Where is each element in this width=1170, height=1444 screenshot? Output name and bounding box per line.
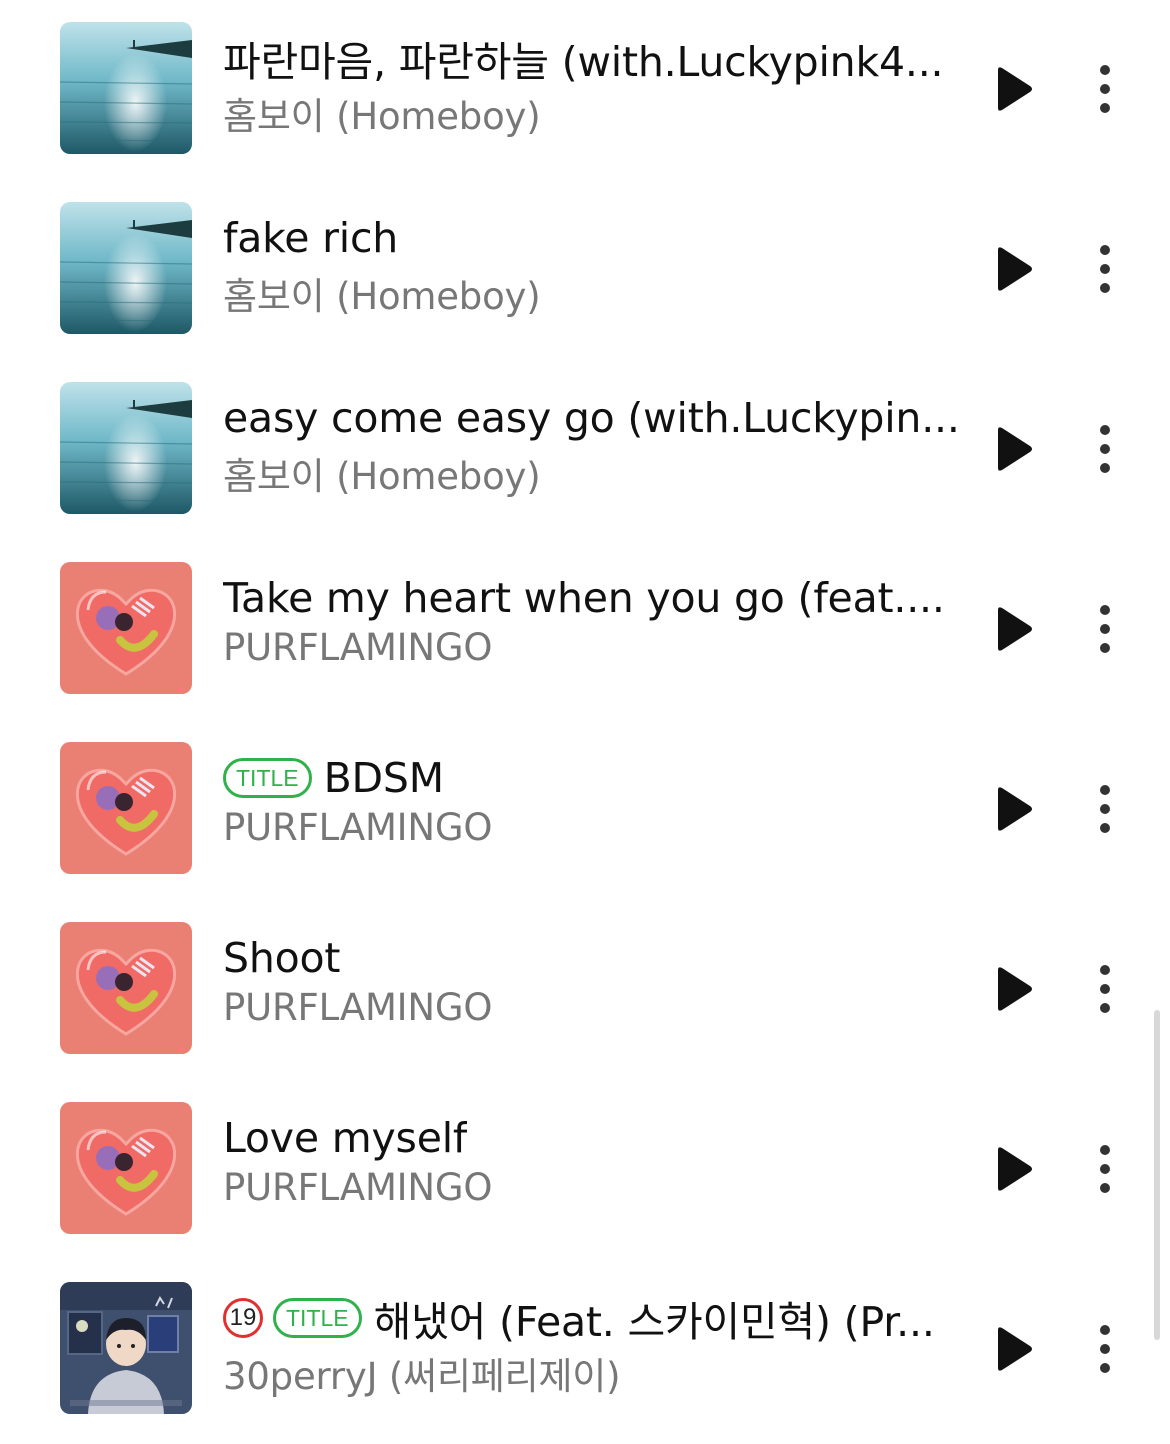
album-art-sea[interactable] [60,22,192,154]
track-title-line: Take my heart when you go (feat.... [223,566,963,630]
play-icon[interactable] [994,66,1034,112]
sea-art-image [60,22,192,154]
track-artist[interactable]: 홈보이 (Homeboy) [223,266,963,320]
heart-art-image [60,742,192,874]
track-row[interactable]: Take my heart when you go (feat.... PURF… [0,562,1170,694]
sea-art-image [60,382,192,514]
track-texts: 파란마음, 파란하늘 (with.Luckypink4... 홈보이 (Home… [223,26,963,140]
album-art-heart[interactable] [60,1102,192,1234]
track-texts: fake rich 홈보이 (Homeboy) [223,206,963,320]
track-artist[interactable]: PURFLAMINGO [223,1166,963,1209]
age-19-badge: 19 [223,1298,263,1338]
more-vertical-icon[interactable] [1090,244,1120,294]
track-title-line: TITLE BDSM [223,746,963,810]
track-list: 파란마음, 파란하늘 (with.Luckypink4... 홈보이 (Home… [0,0,1170,1444]
track-title[interactable]: 해냈어 (Feat. 스카이민혁) (Pr... [374,1288,935,1348]
more-vertical-icon[interactable] [1090,604,1120,654]
track-artist[interactable]: PURFLAMINGO [223,626,963,669]
track-row[interactable]: Love myself PURFLAMINGO [0,1102,1170,1234]
track-row[interactable]: TITLE BDSM PURFLAMINGO [0,742,1170,874]
play-icon[interactable] [994,1146,1034,1192]
title-badge: TITLE [223,758,312,798]
heart-art-image [60,922,192,1054]
track-texts: TITLE BDSM PURFLAMINGO [223,746,963,849]
track-row[interactable]: 19 TITLE 해냈어 (Feat. 스카이민혁) (Pr... 30perr… [0,1282,1170,1414]
play-icon[interactable] [994,246,1034,292]
play-icon[interactable] [994,966,1034,1012]
sea-art-image [60,202,192,334]
play-icon[interactable] [994,606,1034,652]
track-title-line: fake rich [223,206,963,270]
play-icon[interactable] [994,426,1034,472]
scrollbar[interactable] [1154,1010,1160,1340]
more-vertical-icon[interactable] [1090,964,1120,1014]
track-title-line: 파란마음, 파란하늘 (with.Luckypink4... [223,26,963,90]
track-row[interactable]: easy come easy go (with.Luckypin... 홈보이 … [0,382,1170,514]
track-texts: Take my heart when you go (feat.... PURF… [223,566,963,669]
track-title-line: 19 TITLE 해냈어 (Feat. 스카이민혁) (Pr... [223,1286,963,1350]
track-row[interactable]: fake rich 홈보이 (Homeboy) [0,202,1170,334]
track-texts: easy come easy go (with.Luckypin... 홈보이 … [223,386,963,500]
play-icon[interactable] [994,786,1034,832]
more-vertical-icon[interactable] [1090,784,1120,834]
more-vertical-icon[interactable] [1090,1144,1120,1194]
title-badge: TITLE [273,1298,362,1338]
album-art-sea[interactable] [60,202,192,334]
heart-art-image [60,562,192,694]
more-vertical-icon[interactable] [1090,64,1120,114]
heart-art-image [60,1102,192,1234]
album-art-heart[interactable] [60,922,192,1054]
track-title[interactable]: Take my heart when you go (feat.... [223,574,945,622]
track-title[interactable]: fake rich [223,214,398,262]
play-icon[interactable] [994,1326,1034,1372]
track-artist[interactable]: PURFLAMINGO [223,986,963,1029]
track-title-line: Love myself [223,1106,963,1170]
track-title[interactable]: BDSM [324,754,444,802]
track-row[interactable]: Shoot PURFLAMINGO [0,922,1170,1054]
track-title[interactable]: easy come easy go (with.Luckypin... [223,394,960,442]
album-art-heart[interactable] [60,562,192,694]
album-art-room[interactable] [60,1282,192,1414]
track-title[interactable]: Love myself [223,1114,467,1162]
track-artist[interactable]: 홈보이 (Homeboy) [223,86,963,140]
track-row[interactable]: 파란마음, 파란하늘 (with.Luckypink4... 홈보이 (Home… [0,22,1170,154]
album-art-sea[interactable] [60,382,192,514]
track-title-line: Shoot [223,926,963,990]
track-title[interactable]: 파란마음, 파란하늘 (with.Luckypink4... [223,28,943,88]
track-artist[interactable]: PURFLAMINGO [223,806,963,849]
track-texts: Love myself PURFLAMINGO [223,1106,963,1209]
more-vertical-icon[interactable] [1090,424,1120,474]
track-artist[interactable]: 홈보이 (Homeboy) [223,446,963,500]
track-texts: 19 TITLE 해냈어 (Feat. 스카이민혁) (Pr... 30perr… [223,1286,963,1400]
track-title[interactable]: Shoot [223,934,340,982]
track-artist[interactable]: 30perryJ (써리페리제이) [223,1346,963,1400]
track-title-line: easy come easy go (with.Luckypin... [223,386,963,450]
more-vertical-icon[interactable] [1090,1324,1120,1374]
track-texts: Shoot PURFLAMINGO [223,926,963,1029]
album-art-heart[interactable] [60,742,192,874]
room-art-image [60,1282,192,1414]
